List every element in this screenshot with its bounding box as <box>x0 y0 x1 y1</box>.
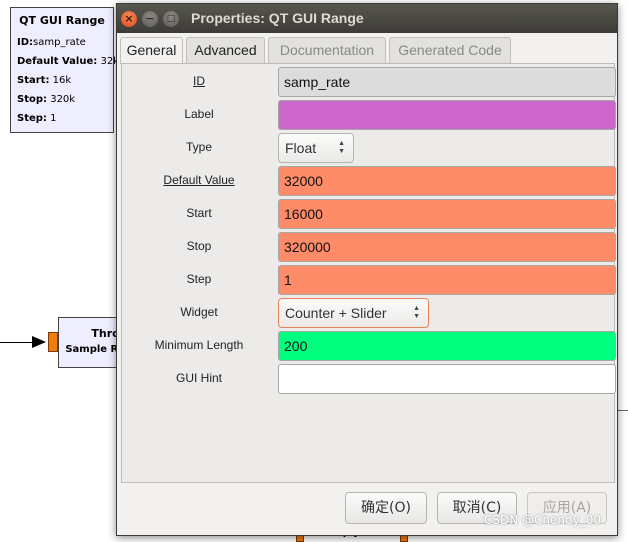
stop-field[interactable]: 320000 <box>278 232 616 262</box>
param-label-label: Label <box>184 107 214 121</box>
param-label-default-value: Default Value <box>163 173 235 187</box>
spin-arrows-icon: ▲ ▼ <box>338 140 345 155</box>
ok-button[interactable]: 确定(O) <box>345 492 427 524</box>
block-param-stop: Stop: 320k <box>17 94 76 105</box>
spin-arrows-icon: ▲ ▼ <box>413 305 420 320</box>
watermark: CSDN @Chendy_00 <box>484 513 601 527</box>
tab-generated-code[interactable]: Generated Code <box>389 37 511 63</box>
param-label-stop: Stop <box>186 239 212 253</box>
tab-advanced[interactable]: Advanced <box>186 37 265 63</box>
qt-gui-range-block[interactable]: QT GUI Range ID:samp_rate Default Value:… <box>10 7 119 133</box>
maximize-icon[interactable]: □ <box>163 11 179 27</box>
param-label-widget: Widget <box>180 305 218 319</box>
title-bar[interactable]: × − □ Properties: QT GUI Range <box>117 4 617 33</box>
widget-select-value: Counter + Slider <box>285 305 387 321</box>
params-panel: ID samp_rate Label Type Float ▲ ▼ Default… <box>121 63 616 483</box>
properties-dialog: × − □ Properties: QT GUI Range General A… <box>116 3 618 536</box>
type-select-value: Float <box>285 140 317 156</box>
step-field[interactable]: 1 <box>278 265 616 295</box>
connection-line <box>0 342 34 343</box>
block-param-id: ID:samp_rate <box>17 37 86 48</box>
close-icon[interactable]: × <box>121 11 137 27</box>
tab-documentation[interactable]: Documentation <box>268 37 386 63</box>
param-label-gui-hint: GUI Hint <box>175 371 222 385</box>
param-label-type: Type <box>185 140 212 154</box>
block-param-step: Step: 1 <box>17 113 57 124</box>
connection-line <box>617 410 628 411</box>
label-field[interactable] <box>278 100 616 130</box>
type-select[interactable]: Float ▲ ▼ <box>278 133 354 163</box>
dialog-title: Properties: QT GUI Range <box>191 10 364 26</box>
minimize-icon[interactable]: − <box>142 11 158 27</box>
connection-arrow-icon <box>32 336 46 348</box>
param-label-start: Start <box>186 206 212 220</box>
tab-general[interactable]: General <box>120 37 183 64</box>
param-label-step: Step <box>186 272 212 286</box>
default-value-field[interactable]: 32000 <box>278 166 616 196</box>
block-title: QT GUI Range <box>19 14 105 27</box>
param-label-min-length: Minimum Length <box>154 338 244 352</box>
min-length-field[interactable]: 200 <box>278 331 616 361</box>
id-field[interactable]: samp_rate <box>278 67 616 97</box>
start-field[interactable]: 16000 <box>278 199 616 229</box>
block-param-start: Start: 16k <box>17 75 72 86</box>
param-label-id: ID <box>193 74 205 88</box>
block-param-default: Default Value: 32k <box>17 56 119 67</box>
throttle-input-port[interactable] <box>48 332 58 352</box>
widget-select[interactable]: Counter + Slider ▲ ▼ <box>278 298 429 328</box>
gui-hint-field[interactable] <box>278 364 616 394</box>
